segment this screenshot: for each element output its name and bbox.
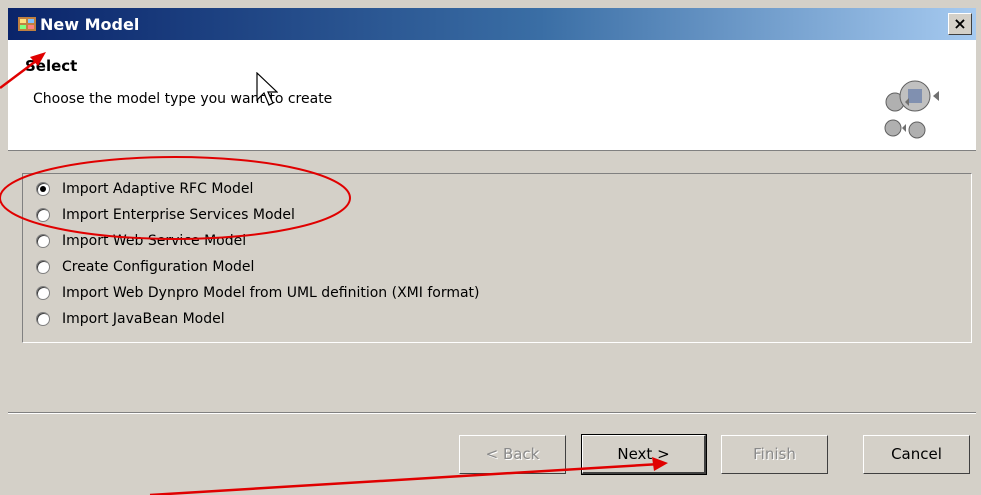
option-import-javabean[interactable]: Import JavaBean Model	[36, 309, 225, 329]
app-icon	[18, 17, 36, 31]
page-description: Choose the model type you want to create	[33, 91, 333, 107]
radio-button[interactable]	[36, 286, 50, 300]
cancel-button[interactable]: Cancel	[863, 435, 970, 474]
finish-button[interactable]: Finish	[721, 435, 828, 474]
radio-button[interactable]	[36, 260, 50, 274]
next-button[interactable]: Next >	[581, 434, 707, 475]
option-import-uml-xmi[interactable]: Import Web Dynpro Model from UML definit…	[36, 283, 480, 303]
option-import-web-service[interactable]: Import Web Service Model	[36, 231, 246, 251]
option-label: Import Web Service Model	[62, 233, 247, 249]
back-button[interactable]: < Back	[459, 435, 566, 474]
radio-button[interactable]	[36, 312, 50, 326]
title-bar[interactable]: New Model ×	[8, 8, 976, 40]
close-button[interactable]: ×	[948, 13, 972, 35]
button-separator	[8, 412, 976, 414]
mouse-pointer-icon	[256, 72, 278, 106]
option-label: Import Enterprise Services Model	[62, 207, 295, 223]
radio-button[interactable]	[36, 208, 50, 222]
option-import-enterprise-services[interactable]: Import Enterprise Services Model	[36, 205, 295, 225]
option-label: Import Adaptive RFC Model	[62, 181, 254, 197]
option-label: Import JavaBean Model	[62, 311, 225, 327]
dialog-title: New Model	[40, 15, 140, 34]
option-import-adaptive-rfc[interactable]: Import Adaptive RFC Model	[36, 179, 253, 199]
radio-button[interactable]	[36, 182, 50, 196]
wizard-graphic-icon	[884, 80, 939, 139]
page-title: Select	[25, 57, 78, 75]
radio-button[interactable]	[36, 234, 50, 248]
option-create-configuration[interactable]: Create Configuration Model	[36, 257, 254, 277]
new-model-dialog: New Model × Select Choose the model type…	[0, 0, 981, 495]
option-label: Import Web Dynpro Model from UML definit…	[62, 285, 480, 301]
wizard-header: Select Choose the model type you want to…	[8, 40, 976, 151]
model-type-group: Import Adaptive RFC Model Import Enterpr…	[22, 173, 972, 343]
option-label: Create Configuration Model	[62, 259, 255, 275]
close-icon: ×	[953, 14, 967, 33]
